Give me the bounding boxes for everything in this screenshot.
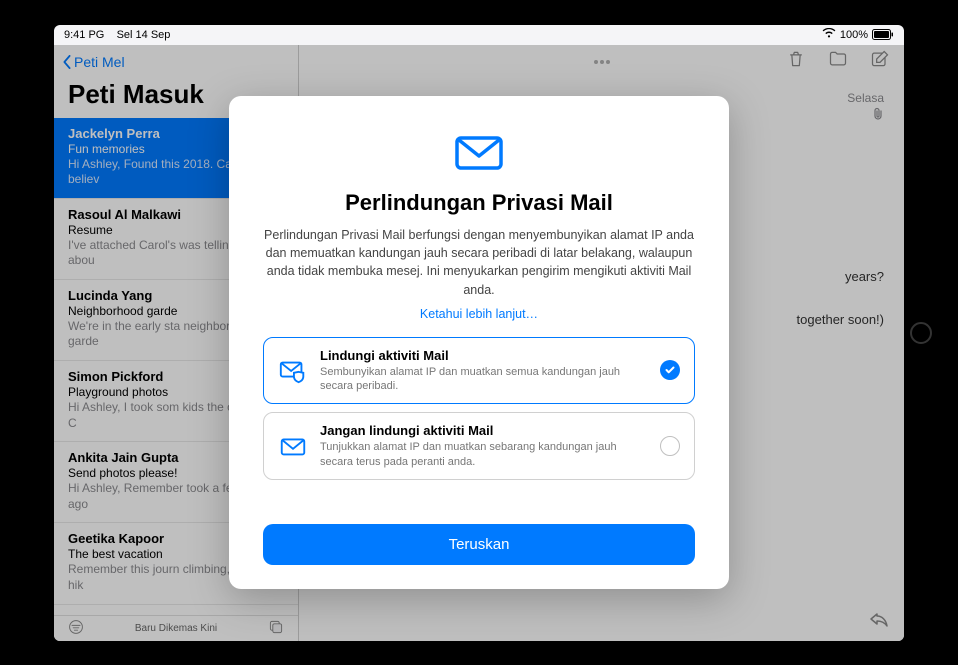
- wifi-icon: [822, 28, 836, 41]
- modal-description: Perlindungan Privasi Mail berfungsi deng…: [263, 226, 695, 299]
- mail-shield-icon: [278, 355, 308, 385]
- radio-unselected-icon: [660, 436, 680, 456]
- ipad-frame: 9:41 PG Sel 14 Sep 100%: [14, 13, 944, 653]
- home-button[interactable]: [910, 322, 932, 344]
- option-desc: Tunjukkan alamat IP dan muatkan sebarang…: [320, 440, 648, 469]
- modal-overlay: Perlindungan Privasi Mail Perlindungan P…: [54, 45, 904, 641]
- status-bar: 9:41 PG Sel 14 Sep 100%: [54, 25, 904, 45]
- battery-icon: [872, 29, 894, 41]
- radio-selected-icon: [660, 360, 680, 380]
- mail-icon: [451, 124, 507, 180]
- continue-button[interactable]: Teruskan: [263, 524, 695, 565]
- learn-more-link[interactable]: Ketahui lebih lanjut…: [420, 307, 538, 321]
- status-date: Sel 14 Sep: [117, 29, 171, 41]
- status-time: 9:41 PG: [64, 29, 104, 41]
- modal-title: Perlindungan Privasi Mail: [263, 190, 695, 216]
- option-desc: Sembunyikan alamat IP dan muatkan semua …: [320, 365, 648, 394]
- privacy-modal: Perlindungan Privasi Mail Perlindungan P…: [229, 96, 729, 589]
- mail-open-icon: [278, 431, 308, 461]
- option-dont-protect[interactable]: Jangan lindungi aktiviti Mail Tunjukkan …: [263, 412, 695, 480]
- option-title: Lindungi aktiviti Mail: [320, 348, 648, 363]
- option-protect[interactable]: Lindungi aktiviti Mail Sembunyikan alama…: [263, 337, 695, 405]
- battery-pct: 100%: [840, 29, 868, 41]
- option-title: Jangan lindungi aktiviti Mail: [320, 423, 648, 438]
